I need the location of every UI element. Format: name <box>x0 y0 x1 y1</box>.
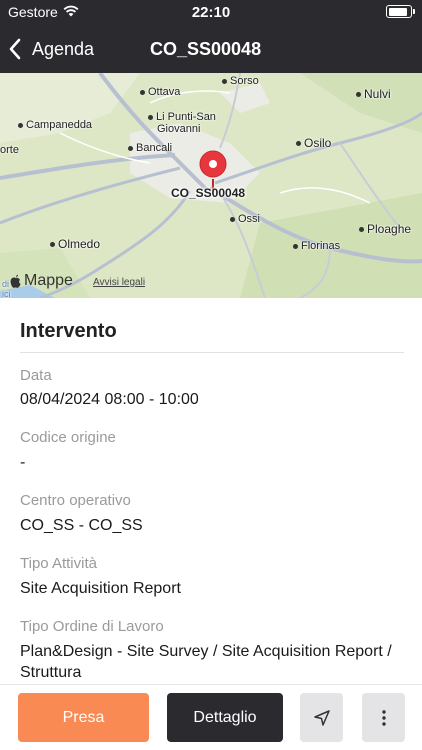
back-label: Agenda <box>32 38 95 59</box>
map-place-label: Sorso <box>222 75 259 87</box>
map-edge-label: ici <box>2 289 11 298</box>
section-title: Intervento <box>20 320 117 342</box>
map-place-label: Olmedo <box>50 237 100 251</box>
navigation-arrow-icon <box>313 709 330 726</box>
pin-label: CO_SS00048 <box>171 186 246 200</box>
map-place-label: Nulvi <box>356 87 391 101</box>
map-place-label: Bancali <box>128 142 172 154</box>
map-legal-link[interactable]: Avvisi legali <box>93 277 145 288</box>
map-place-label: Ploaghe <box>359 222 411 236</box>
field-label-tipo-attivita: Tipo Attività <box>20 555 97 572</box>
section-divider <box>20 352 404 353</box>
map-place-label: Giovanni <box>157 123 201 135</box>
map-place-label: Ossi <box>230 213 260 225</box>
more-options-button[interactable] <box>362 693 405 742</box>
field-label-tipo-ordine: Tipo Ordine di Lavoro <box>20 618 164 635</box>
map-place-label: Li Punti-San <box>148 111 216 123</box>
field-value-tipo-ordine: Plan&Design - Site Survey / Site Acquisi… <box>20 643 392 681</box>
action-bar: Presa Dettaglio <box>0 684 422 750</box>
field-label-data: Data <box>20 367 52 384</box>
more-vertical-icon <box>381 709 386 726</box>
field-label-codice-origine: Codice origine <box>20 429 116 446</box>
apple-logo-icon <box>10 274 21 288</box>
field-value-data: 08/04/2024 08:00 - 10:00 <box>20 391 199 408</box>
dettaglio-button[interactable]: Dettaglio <box>167 693 283 742</box>
map-place-label: Osilo <box>296 136 331 150</box>
field-label-centro-operativo: Centro operativo <box>20 492 131 509</box>
map-place-label: Ottava <box>140 86 180 98</box>
map-view[interactable]: Sorso Ottava Nulvi Li Punti-San Giovanni… <box>0 73 422 298</box>
back-button[interactable]: Agenda <box>8 34 94 64</box>
navigation-bar: Agenda CO_SS00048 <box>0 26 422 73</box>
chevron-left-icon <box>9 38 21 60</box>
clock: 22:10 <box>191 4 231 21</box>
map-place-label: Campanedda <box>18 119 92 131</box>
map-brand: Mappe <box>9 272 73 290</box>
battery-icon <box>386 5 415 18</box>
map-place-label: orte <box>0 144 19 156</box>
status-bar: Gestore 22:10 <box>0 0 422 26</box>
map-edge-label: di <box>2 279 10 289</box>
field-value-codice-origine: - <box>20 454 26 471</box>
app-header: Gestore 22:10 Agenda CO_SS00048 <box>0 0 422 73</box>
detail-panel: Intervento Data 08/04/2024 08:00 - 10:00… <box>0 298 422 684</box>
presa-button[interactable]: Presa <box>18 693 149 742</box>
navigate-button[interactable] <box>300 693 343 742</box>
map-brand-label: Mappe <box>24 272 73 289</box>
page-title: CO_SS00048 <box>150 39 262 59</box>
map-place-label: Florinas <box>293 240 340 252</box>
field-value-tipo-attivita: Site Acquisition Report <box>20 580 181 597</box>
field-value-centro-operativo: CO_SS - CO_SS <box>20 517 143 534</box>
